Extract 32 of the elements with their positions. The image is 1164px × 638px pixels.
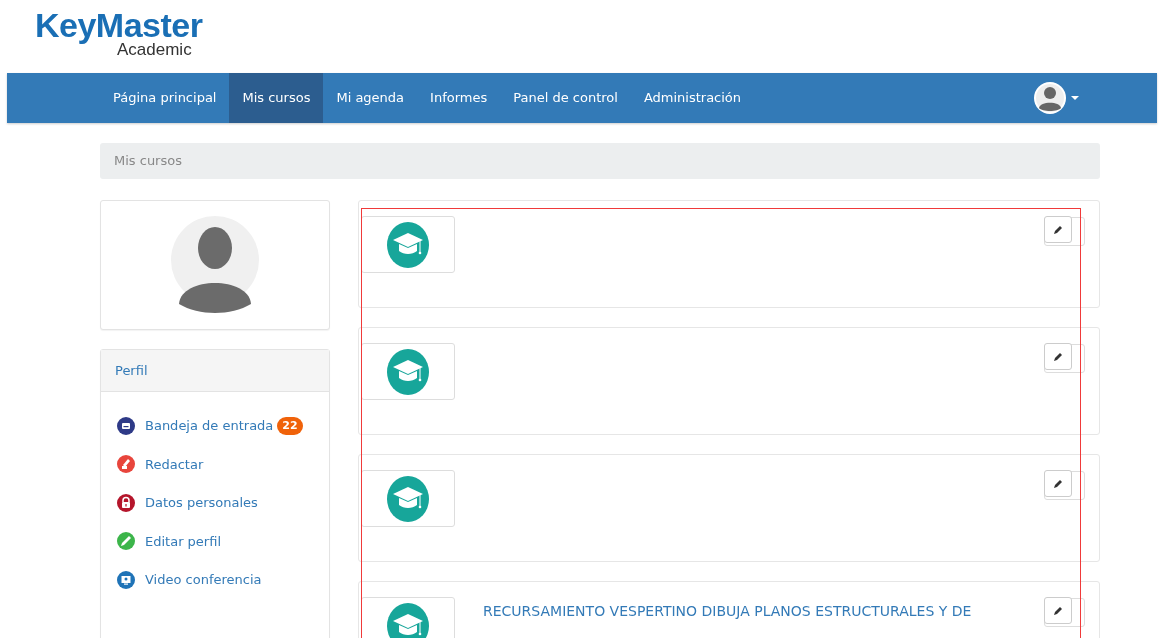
nav-tab[interactable]: Mi agenda — [323, 73, 418, 123]
logo-subtitle: Academic — [117, 42, 192, 58]
user-menu[interactable] — [1033, 81, 1079, 115]
unread-count: 22 — [277, 416, 303, 435]
graduation-cap-icon — [387, 221, 429, 268]
pencil-icon — [1053, 224, 1063, 235]
edit-button[interactable] — [1044, 597, 1072, 624]
profile-link[interactable]: Redactar — [145, 454, 204, 474]
graduation-cap-icon — [387, 348, 429, 395]
pencil-icon — [1053, 351, 1063, 362]
profile-link[interactable]: Video conferencia — [145, 570, 262, 590]
pencil-icon — [1053, 478, 1063, 489]
nav-tab[interactable]: Mis cursos — [229, 73, 324, 123]
profile-link[interactable]: Editar perfil — [145, 531, 221, 551]
logo-wordmark: KeyMaster — [35, 8, 204, 42]
nav-tab[interactable]: Administración — [630, 73, 755, 123]
nav-tab[interactable]: Panel de control — [500, 73, 631, 123]
caret-icon — [1071, 95, 1079, 101]
panel-title: Perfil — [101, 350, 329, 392]
profile-link[interactable]: Datos personales — [145, 493, 258, 513]
edit-button[interactable] — [1044, 216, 1072, 243]
edit-button[interactable] — [1044, 343, 1072, 370]
edit-button[interactable] — [1044, 470, 1072, 497]
profile-link[interactable]: Bandeja de entrada — [145, 416, 274, 436]
nav-tab[interactable]: Informes — [417, 73, 501, 123]
breadcrumb: Mis cursos — [100, 143, 1100, 179]
pencil-icon — [1053, 605, 1063, 616]
graduation-cap-icon — [387, 475, 429, 522]
course-title-link[interactable]: RECURSAMIENTO VESPERTINO DIBUJA PLANOS ESTRUCTURALES Y DE — [483, 603, 972, 619]
avatar-icon — [1033, 81, 1067, 115]
avatar-icon — [171, 216, 259, 314]
nav-tab[interactable]: Página principal — [100, 73, 230, 123]
